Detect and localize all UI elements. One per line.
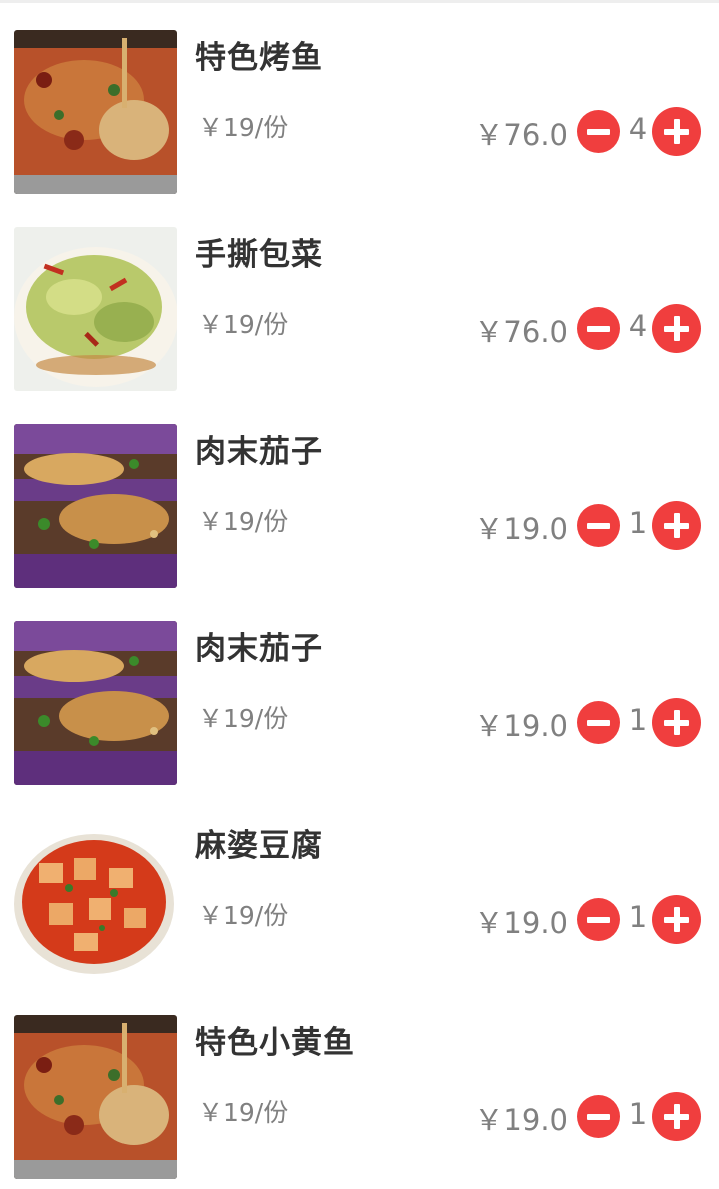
minus-circle-icon[interactable] [577, 307, 620, 350]
quantity-value: 1 [628, 1097, 648, 1131]
quantity-value: 1 [628, 900, 648, 934]
plus-circle-icon[interactable] [652, 304, 701, 353]
plus-circle-icon[interactable] [652, 107, 701, 156]
quantity-value: 4 [628, 112, 648, 146]
cart-item: 麻婆豆腐 ￥19/份 ￥19.0 1 [0, 788, 719, 985]
dish-name: 手撕包菜 [195, 237, 323, 273]
item-total: ￥19.0 [474, 1103, 568, 1137]
dish-image [14, 818, 177, 982]
dish-name: 肉末茄子 [195, 631, 323, 667]
dish-image [14, 30, 177, 194]
unit-price: ￥19/份 [198, 113, 289, 142]
unit-price: ￥19/份 [198, 507, 289, 536]
item-total: ￥19.0 [474, 512, 568, 546]
item-total: ￥76.0 [474, 118, 568, 152]
unit-price: ￥19/份 [198, 1098, 289, 1127]
minus-circle-icon[interactable] [577, 504, 620, 547]
cart-item: 手撕包菜 ￥19/份 ￥76.0 4 [0, 197, 719, 394]
cart-item: 特色小黄鱼 ￥19/份 ￥19.0 1 [0, 985, 719, 1182]
dish-image [14, 1015, 177, 1179]
dish-name: 麻婆豆腐 [195, 828, 323, 864]
item-total: ￥19.0 [474, 709, 568, 743]
item-total: ￥76.0 [474, 315, 568, 349]
unit-price: ￥19/份 [198, 704, 289, 733]
plus-circle-icon[interactable] [652, 895, 701, 944]
minus-circle-icon[interactable] [577, 110, 620, 153]
unit-price: ￥19/份 [198, 310, 289, 339]
plus-circle-icon[interactable] [652, 501, 701, 550]
dish-image [14, 621, 177, 785]
minus-circle-icon[interactable] [577, 1095, 620, 1138]
dish-name: 特色小黄鱼 [195, 1025, 355, 1061]
cart-item: 肉末茄子 ￥19/份 ￥19.0 1 [0, 591, 719, 788]
quantity-value: 1 [628, 506, 648, 540]
cart-item: 肉末茄子 ￥19/份 ￥19.0 1 [0, 394, 719, 591]
minus-circle-icon[interactable] [577, 701, 620, 744]
dish-image [14, 227, 177, 391]
plus-circle-icon[interactable] [652, 1092, 701, 1141]
cart-item: 特色烤鱼 ￥19/份 ￥76.0 4 [0, 0, 719, 197]
quantity-value: 1 [628, 703, 648, 737]
item-total: ￥19.0 [474, 906, 568, 940]
dish-name: 特色烤鱼 [195, 40, 323, 76]
dish-name: 肉末茄子 [195, 434, 323, 470]
plus-circle-icon[interactable] [652, 698, 701, 747]
dish-image [14, 424, 177, 588]
quantity-value: 4 [628, 309, 648, 343]
unit-price: ￥19/份 [198, 901, 289, 930]
minus-circle-icon[interactable] [577, 898, 620, 941]
cart-item-list: 特色烤鱼 ￥19/份 ￥76.0 4 手撕包菜 ￥19/份 ￥76.0 4 肉末… [0, 0, 719, 1189]
